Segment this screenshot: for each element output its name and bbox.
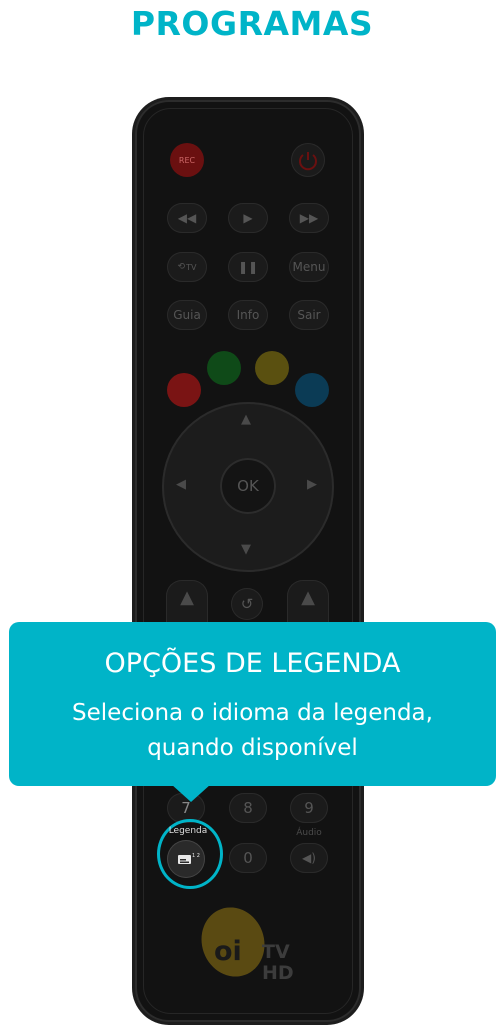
tooltip-line-1: Seleciona o idioma da legenda,: [72, 700, 433, 726]
number-9-label: 9: [304, 799, 314, 817]
yellow-button[interactable]: [255, 351, 289, 385]
number-0-label: 0: [243, 849, 253, 867]
rewind-icon: ◀◀: [177, 211, 197, 225]
logo-tv-text: TV: [262, 941, 290, 963]
back-icon: ↺: [240, 595, 254, 613]
play-button[interactable]: ▶: [228, 203, 268, 233]
number-8-label: 8: [243, 799, 253, 817]
audio-icon: ◀): [302, 851, 316, 865]
tv-hd-logo: TV HD: [262, 942, 294, 984]
tooltip-title: OPÇÕES DE LEGENDA: [104, 648, 401, 679]
number-9-button[interactable]: 9: [290, 793, 328, 823]
tv-button[interactable]: ⟲ TV: [167, 252, 207, 282]
logo-hd-text: HD: [262, 962, 294, 984]
tooltip-line-2: quando disponível: [147, 735, 358, 761]
info-button[interactable]: Info: [228, 300, 268, 330]
left-arrow-icon[interactable]: ◀: [176, 477, 186, 492]
ok-label: OK: [237, 477, 259, 495]
sair-label: Sair: [297, 308, 321, 322]
info-label: Info: [236, 308, 260, 322]
blue-button[interactable]: [295, 373, 329, 407]
back-button[interactable]: ↺: [231, 588, 263, 620]
number-8-button[interactable]: 8: [229, 793, 267, 823]
tooltip-callout: OPÇÕES DE LEGENDA Seleciona o idioma da …: [9, 622, 496, 786]
svg-text:1 2: 1 2: [192, 853, 200, 859]
subtitles-icon: 1 2: [178, 853, 200, 864]
fast-forward-icon: ▶▶: [299, 211, 319, 225]
tv-icon: ⟲: [177, 262, 186, 272]
oi-logo: oi: [214, 936, 242, 967]
tooltip-pointer: [171, 784, 211, 802]
rewind-button[interactable]: ◀◀: [167, 203, 207, 233]
page-title: PROGRAMAS: [130, 4, 374, 43]
guia-button[interactable]: Guia: [167, 300, 207, 330]
green-button[interactable]: [207, 351, 241, 385]
menu-label: Menu: [292, 260, 326, 274]
rec-label: REC: [178, 155, 196, 165]
sair-button[interactable]: Sair: [289, 300, 329, 330]
legenda-label: Legenda: [168, 826, 208, 836]
pause-icon: ❚❚: [237, 260, 259, 274]
audio-label: Áudio: [296, 828, 322, 838]
power-button[interactable]: [291, 143, 325, 177]
tv-label: TV: [186, 262, 197, 272]
fast-forward-button[interactable]: ▶▶: [289, 203, 329, 233]
down-arrow-icon[interactable]: ▼: [241, 542, 251, 557]
power-icon: [299, 152, 317, 171]
tooltip-description: Seleciona o idioma da legenda, quando di…: [9, 696, 496, 766]
menu-button[interactable]: Menu: [289, 252, 329, 282]
audio-button[interactable]: ◀): [290, 843, 328, 873]
guia-label: Guia: [173, 308, 201, 322]
red-button[interactable]: [167, 373, 201, 407]
ok-button[interactable]: OK: [220, 458, 276, 514]
play-icon: ▶: [243, 211, 253, 225]
pause-button[interactable]: ❚❚: [228, 252, 268, 282]
legenda-button[interactable]: 1 2: [167, 840, 205, 878]
number-0-button[interactable]: 0: [229, 843, 267, 873]
channel-up-icon: ▲: [301, 587, 315, 608]
right-arrow-icon[interactable]: ▶: [307, 477, 317, 492]
up-arrow-icon[interactable]: ▲: [241, 412, 251, 427]
volume-up-icon: ▲: [180, 587, 194, 608]
rec-button[interactable]: REC: [170, 143, 204, 177]
